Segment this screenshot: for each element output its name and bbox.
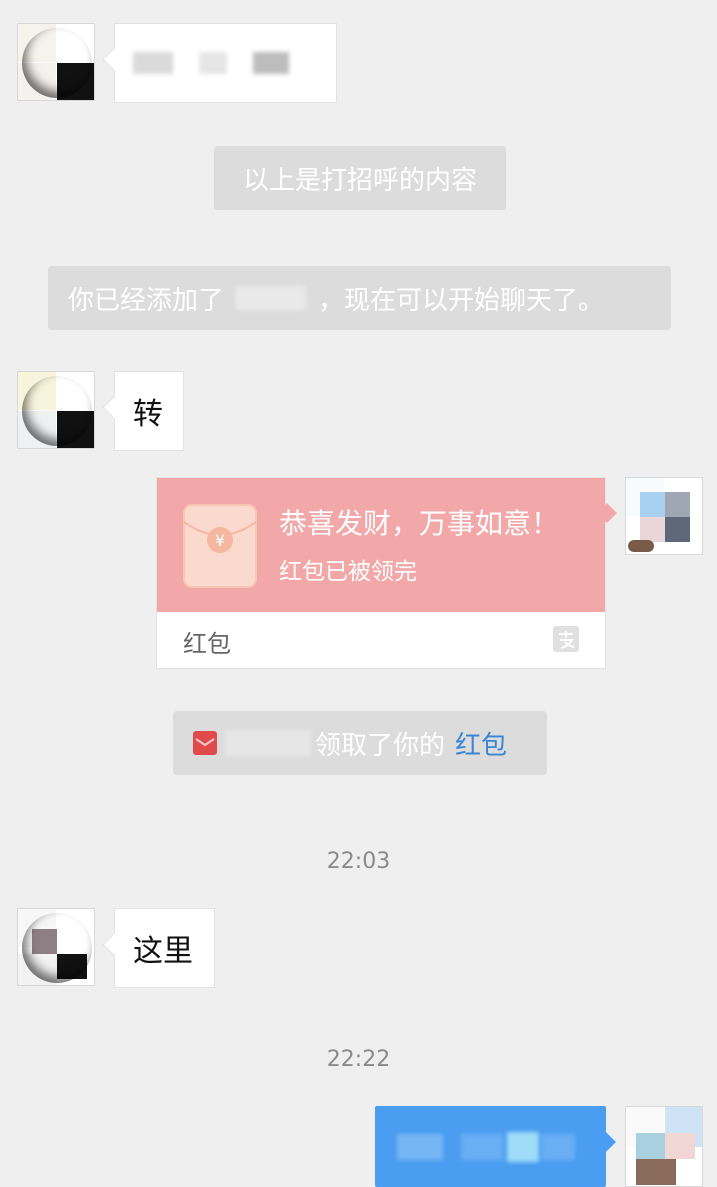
red-packet-status: 红包已被领完: [279, 559, 417, 585]
system-note-text: 以上是打招呼的内容: [242, 165, 477, 196]
message-bubble[interactable]: 这里: [114, 908, 215, 988]
message-text: 这里: [133, 934, 193, 969]
timestamp: 22:22: [326, 1047, 391, 1072]
avatar[interactable]: [17, 371, 95, 449]
avatar[interactable]: [17, 908, 95, 986]
system-note-greeting: 以上是打招呼的内容: [214, 146, 506, 210]
avatar-self[interactable]: [625, 1106, 703, 1187]
system-note-added: 你已经添加了 ，现在可以开始聊天了。: [48, 266, 671, 330]
timestamp: 22:03: [326, 849, 391, 874]
added-suffix: ，现在可以开始聊天了。: [318, 285, 605, 316]
red-packet-footer-label: 红包: [183, 630, 231, 658]
red-packet-card[interactable]: ¥ 恭喜发财，万事如意！ 红包已被领完 红包: [156, 477, 606, 669]
red-envelope-icon: ¥: [183, 504, 257, 588]
payment-logo-icon: [553, 626, 579, 652]
message-bubble[interactable]: 转: [114, 371, 184, 451]
avatar[interactable]: [17, 23, 95, 101]
red-packet-link[interactable]: 红包: [455, 725, 507, 762]
outgoing-message-bubble[interactable]: [375, 1106, 606, 1187]
message-text: 转: [133, 397, 163, 432]
blurred-contact-name: [225, 730, 311, 756]
avatar-self[interactable]: [625, 477, 703, 555]
blurred-message-text: [133, 52, 173, 74]
system-note-claimed: 领取了你的 红包: [173, 711, 547, 775]
red-packet-greeting: 恭喜发财，万事如意！: [279, 507, 560, 540]
claimed-text: 领取了你的: [315, 730, 446, 761]
message-bubble[interactable]: [114, 23, 337, 103]
added-prefix: 你已经添加了: [68, 285, 225, 316]
blurred-message-text: [397, 1134, 443, 1160]
svg-text:¥: ¥: [215, 531, 225, 550]
blurred-contact-name: [236, 286, 307, 310]
red-packet-small-icon: [193, 731, 217, 755]
